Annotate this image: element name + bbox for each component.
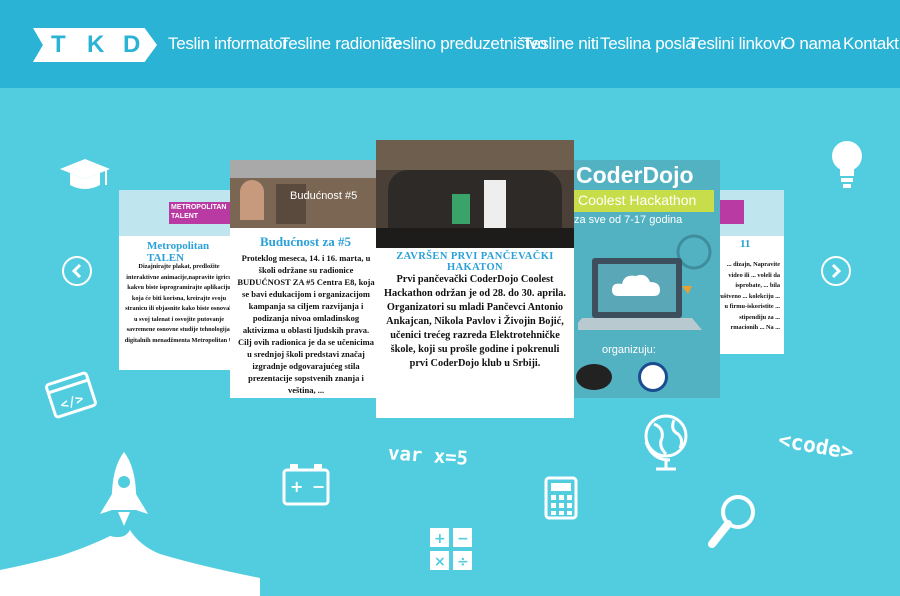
nav-item-o-nama[interactable]: O nama [782,34,841,54]
svg-text:−: − [457,531,469,547]
svg-text:×: × [434,554,446,570]
laptop-cloud-illustration [578,234,712,330]
card-excerpt: Dizajnirajte plakat, predložite interakt… [124,263,234,344]
card-image-buducnost: Budućnost #5 [230,160,378,228]
logo-letter-k: K [87,31,105,58]
code-window-icon: </> [45,371,97,419]
chevron-left-icon [71,263,82,279]
nav-item-tesline-radionice[interactable]: Tesline radionice [280,34,402,54]
svg-text:+: + [434,531,446,547]
metropolitan-banner-text: METROPOLITAN TALENT [171,204,227,220]
header-bar: T K D Teslin informator Tesline radionic… [0,0,900,88]
carousel-card-coderdojo[interactable]: CoderDojo Coolest Hackathon za sve od 7-… [572,160,720,398]
card-image-metropolitan: METROPOLITAN TALENT [119,190,235,236]
card-excerpt: ... dizajn, Napravite video ili ... vole… [714,261,780,331]
coderdojo-title: CoderDojo [576,162,694,188]
chevron-right-icon [831,263,842,279]
graduation-cap-icon [60,159,110,189]
card-excerpt: Prvi pančevački CoderDojo Coolest Hackat… [384,274,566,369]
nav-item-teslin-informator[interactable]: Teslin informator [168,34,288,54]
card-title: ZAVRŠEN PRVI PANČEVAČKI HAKATON [396,251,554,273]
carousel-card-buducnost[interactable]: Budućnost #5 Budućnost za #5 Proteklog m… [230,160,378,398]
var-x-equals-5-text: var x=5 [387,442,469,470]
rocket-smoke-cloud [0,530,260,596]
coderdojo-banner-text: Coolest Hackathon [578,192,697,208]
organizer-logo-left [576,364,612,390]
coderdojo-ages: za sve od 7-17 godina [574,214,683,226]
organizer-logo-coderdojo [638,362,668,392]
code-tag-text: <code> [776,427,856,465]
carousel-card-hakaton[interactable]: ZAVRŠEN PRVI PANČEVAČKI HAKATON Prvi pan… [376,140,574,418]
logo-letter-d: D [123,31,141,58]
carousel-card-right[interactable]: 11 ... dizajn, Napravite video ili ... v… [712,190,784,354]
card-excerpt: Proteklog meseca, 14. i 16. marta, u ško… [237,253,375,395]
battery-icon: + − [282,464,330,506]
carousel-next-button[interactable] [821,256,851,286]
svg-text:−: − [312,477,325,496]
card-number-text: 11 [740,238,751,250]
site-logo[interactable]: T K D [33,28,157,62]
card-image-right: 11 [712,190,784,250]
carousel-prev-button[interactable] [62,256,92,286]
svg-text:+: + [290,477,303,496]
svg-text:÷: ÷ [457,554,469,570]
nav-item-kontakt[interactable]: Kontakt [843,34,899,54]
nav-item-teslini-linkovi[interactable]: Teslini linkovi [689,34,784,54]
logo-letter-t: T [51,31,66,58]
nav-item-tesline-niti[interactable]: Tesline niti [523,34,599,54]
lightbulb-icon [832,141,862,188]
calculator-icon [544,476,578,520]
magnifier-icon [708,495,755,548]
nav-item-teslina-posla[interactable]: Teslina posla [600,34,695,54]
card-title: Metropolitan TALEN [147,240,210,264]
math-operators-icon: + − × ÷ [430,528,472,570]
coderdojo-organizers-label: organizuju: [602,344,656,356]
globe-icon [644,414,688,471]
card-title: Budućnost za #5 [260,234,352,249]
card-image-group-photo [376,140,574,248]
carousel-card-metropolitan[interactable]: METROPOLITAN TALENT Metropolitan TALEN D… [119,190,235,370]
image-caption: Budućnost #5 [290,190,358,202]
